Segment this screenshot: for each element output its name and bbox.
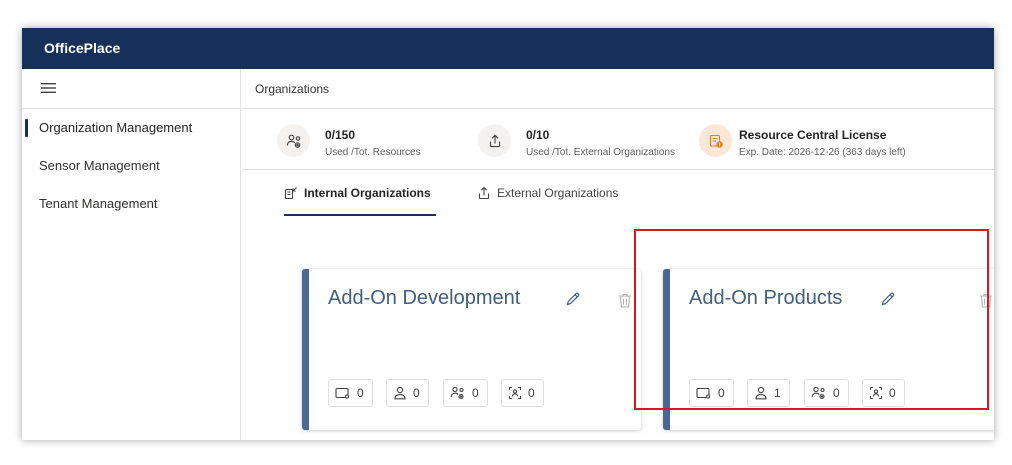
internal-org-icon bbox=[284, 186, 298, 200]
sensor-scan-icon bbox=[508, 386, 522, 400]
sensors-count-chip: 0 bbox=[862, 379, 905, 407]
person-icon bbox=[755, 386, 767, 400]
edit-pencil-icon[interactable] bbox=[565, 291, 581, 307]
stat-license: Resource Central License Exp. Date: 2026… bbox=[699, 121, 939, 161]
card-title: Add-On Products bbox=[689, 287, 843, 309]
stats-divider bbox=[242, 169, 994, 170]
organization-card[interactable]: Add-On Development 0 0 0 0 bbox=[302, 269, 641, 430]
stat-value: 0/10 bbox=[526, 128, 550, 142]
tab-label: Internal Organizations bbox=[304, 186, 431, 200]
license-icon bbox=[699, 124, 732, 157]
stat-value: 0/150 bbox=[325, 128, 356, 142]
resources-icon bbox=[450, 386, 464, 400]
sidebar-item-label: Organization Management bbox=[39, 120, 193, 135]
sidebar-item-tenant-management[interactable]: Tenant Management bbox=[22, 189, 241, 219]
resources-count: 0 bbox=[472, 386, 479, 400]
sensors-count-chip: 0 bbox=[501, 379, 544, 407]
organization-card[interactable]: Add-On Products 0 1 0 0 bbox=[663, 269, 994, 430]
app-title[interactable]: OfficePlace bbox=[44, 40, 120, 56]
delete-trash-icon[interactable] bbox=[617, 292, 633, 309]
resources-icon bbox=[811, 386, 825, 400]
sidebar-item-label: Sensor Management bbox=[39, 158, 160, 173]
sidebar-item-sensor-management[interactable]: Sensor Management bbox=[22, 151, 241, 181]
sidebar-item-label: Tenant Management bbox=[39, 196, 158, 211]
tab-label: External Organizations bbox=[497, 186, 619, 200]
resources-count: 0 bbox=[833, 386, 840, 400]
devices-count: 0 bbox=[357, 386, 364, 400]
tab-internal-organizations[interactable]: Internal Organizations bbox=[284, 178, 460, 216]
active-nav-indicator bbox=[25, 119, 28, 137]
device-icon bbox=[335, 387, 350, 399]
hamburger-menu-icon[interactable] bbox=[40, 80, 57, 96]
devices-count: 0 bbox=[718, 386, 725, 400]
header-divider bbox=[242, 108, 994, 109]
edit-pencil-icon[interactable] bbox=[880, 291, 896, 307]
resources-count-chip: 0 bbox=[804, 379, 849, 407]
card-title: Add-On Development bbox=[328, 287, 521, 309]
stat-resources: 0/150 Used /Tot. Resources bbox=[277, 121, 447, 161]
upload-icon bbox=[477, 186, 491, 200]
delete-trash-icon[interactable] bbox=[978, 292, 994, 309]
users-count: 1 bbox=[774, 386, 781, 400]
stat-label: Used /Tot. External Organizations bbox=[526, 147, 675, 158]
devices-count-chip: 0 bbox=[328, 379, 373, 407]
stat-external-organizations: 0/10 Used /Tot. External Organizations bbox=[478, 121, 688, 161]
stat-label: Exp. Date: 2026-12-26 (363 days left) bbox=[739, 147, 906, 158]
users-count: 0 bbox=[413, 386, 420, 400]
device-icon bbox=[696, 387, 711, 399]
stat-label: Used /Tot. Resources bbox=[325, 147, 421, 158]
stat-value: Resource Central License bbox=[739, 128, 887, 142]
tab-external-organizations[interactable]: External Organizations bbox=[477, 178, 637, 216]
sensors-count: 0 bbox=[528, 386, 535, 400]
users-count-chip: 1 bbox=[747, 379, 790, 407]
devices-count-chip: 0 bbox=[689, 379, 734, 407]
sensor-scan-icon bbox=[869, 386, 883, 400]
person-icon bbox=[394, 386, 406, 400]
sensors-count: 0 bbox=[889, 386, 896, 400]
resources-icon bbox=[277, 124, 310, 157]
active-tab-underline bbox=[284, 214, 436, 216]
users-count-chip: 0 bbox=[386, 379, 429, 407]
main-content: Organizations 0/150 Used /Tot. Resources bbox=[242, 69, 994, 440]
sidebar-item-organization-management[interactable]: Organization Management bbox=[22, 113, 241, 143]
page-title: Organizations bbox=[255, 82, 330, 96]
sidebar-divider bbox=[22, 108, 241, 109]
app-window: OfficePlace Organization Management Sens… bbox=[22, 28, 994, 440]
resources-count-chip: 0 bbox=[443, 379, 488, 407]
upload-icon bbox=[478, 124, 511, 157]
top-bar: OfficePlace bbox=[22, 28, 994, 69]
sidebar: Organization Management Sensor Managemen… bbox=[22, 69, 241, 440]
